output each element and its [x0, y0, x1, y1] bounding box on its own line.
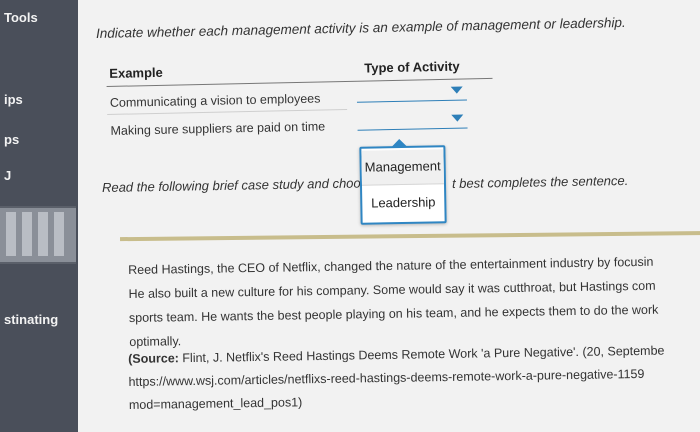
question-instruction: Indicate whether each management activit… — [95, 14, 626, 41]
source-label: (Source: — [128, 351, 179, 366]
dropdown-options-popup: Management Leadership — [359, 138, 447, 225]
sidebar-item-3[interactable]: J — [4, 168, 11, 183]
row-2-example: Making sure suppliers are paid on time — [110, 119, 326, 138]
sidebar-item-tips-1[interactable]: ips — [4, 92, 23, 107]
row-divider — [107, 108, 348, 115]
sidebar-thumbnail[interactable] — [0, 206, 76, 264]
popup-caret-icon — [391, 138, 408, 148]
case-passage: Reed Hastings, the CEO of Netflix, chang… — [128, 249, 700, 354]
source-text: Flint, J. Netflix's Reed Hastings Deems … — [178, 343, 665, 366]
sidebar-item-estimating[interactable]: stinating — [4, 312, 58, 327]
sidebar: Tools ips ps J stinating — [0, 0, 78, 432]
row-1-type-dropdown[interactable] — [356, 83, 467, 103]
case-prompt-left: Read the following brief case study and … — [101, 175, 361, 195]
sidebar-item-tools[interactable]: Tools — [4, 10, 38, 25]
chevron-down-icon — [451, 114, 464, 122]
section-divider — [119, 230, 700, 242]
case-prompt-right: t best completes the sentence. — [451, 172, 629, 191]
row-1-example: Communicating a vision to employees — [109, 91, 321, 110]
column-header-example: Example — [109, 64, 163, 81]
question-panel: Indicate whether each management activit… — [78, 0, 700, 432]
row-2-type-dropdown[interactable] — [357, 111, 468, 131]
sidebar-item-tips-2[interactable]: ps — [4, 132, 19, 147]
option-management[interactable]: Management — [361, 149, 444, 186]
activity-table: Example Type of Activity Communicating a… — [106, 50, 493, 138]
column-header-type: Type of Activity — [364, 58, 460, 76]
source-citation: (Source: Flint, J. Netflix's Reed Hastin… — [128, 339, 700, 417]
chevron-down-icon — [450, 86, 463, 94]
option-leadership[interactable]: Leadership — [362, 185, 445, 220]
